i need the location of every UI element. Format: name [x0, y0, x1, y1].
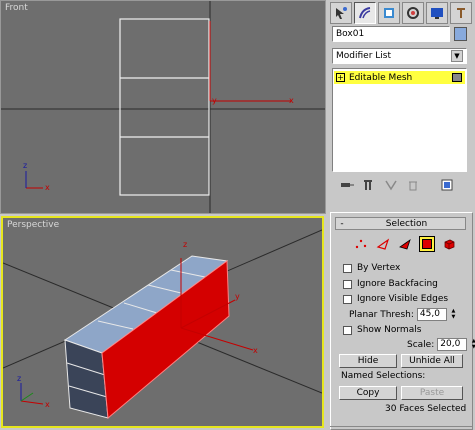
scale-label: Scale: — [407, 339, 435, 350]
front-axis-y-label: y — [212, 96, 217, 105]
stack-tools — [330, 176, 473, 194]
face-icon[interactable] — [397, 236, 413, 252]
stack-item-label: Editable Mesh — [349, 72, 413, 83]
scale-input[interactable]: 20,0 — [437, 338, 468, 351]
perspective-viewport-canvas — [3, 229, 322, 419]
polygon-icon[interactable] — [419, 236, 435, 252]
persp-axis-z-label: z — [183, 240, 188, 249]
motion-icon[interactable] — [402, 2, 424, 24]
element-icon[interactable] — [441, 236, 457, 252]
perspective-viewport-label[interactable]: Perspective — [7, 220, 59, 230]
box-front-outline — [119, 18, 210, 196]
copy-button[interactable]: Copy — [339, 386, 397, 400]
show-normals-checkbox[interactable]: Show Normals — [343, 325, 421, 335]
front-gizmo-x-label: x — [45, 183, 50, 192]
planar-thresh-input[interactable]: 45,0 — [416, 308, 447, 321]
ignore-visible-edges-box[interactable] — [343, 294, 352, 304]
selection-status: 30 Faces Selected — [385, 404, 467, 414]
modifier-list-dropdown[interactable]: Modifier List ▼ — [332, 48, 467, 64]
front-viewport[interactable]: Front x y z x — [0, 0, 326, 214]
planar-thresh-spinner: Planar Thresh: 45,0 ▲ ▼ — [349, 308, 457, 321]
selection-rollout-title: Selection — [385, 218, 428, 229]
next-rollout-edge — [330, 426, 473, 430]
front-gizmo-z-label: z — [23, 161, 28, 170]
edge-icon[interactable] — [375, 236, 391, 252]
expand-icon[interactable]: + — [336, 73, 345, 82]
by-vertex-label: By Vertex — [357, 263, 401, 273]
vertex-icon[interactable] — [353, 236, 369, 252]
object-color-swatch[interactable] — [454, 27, 467, 41]
show-end-result-icon[interactable] — [360, 177, 378, 193]
ignore-backfacing-box[interactable] — [343, 279, 352, 289]
spinner-arrows-icon[interactable]: ▲ ▼ — [450, 308, 457, 321]
persp-axis-y-label: y — [235, 292, 240, 301]
front-axis-x-label: x — [289, 96, 294, 105]
perspective-viewport[interactable]: Perspective x y z z x — [1, 216, 324, 428]
chevron-down-icon[interactable]: ▼ — [451, 50, 463, 62]
utilities-icon[interactable] — [450, 2, 472, 24]
scale-spinner: Scale: 20,0 ▲ ▼ — [407, 338, 475, 351]
persp-gizmo-x-label: x — [45, 400, 50, 409]
modifier-stack: + Editable Mesh — [332, 68, 467, 172]
collapse-icon: - — [340, 218, 344, 229]
paste-button[interactable]: Paste — [401, 386, 463, 400]
sublevel-buttons — [353, 236, 457, 252]
stack-item-editable-mesh[interactable]: + Editable Mesh — [334, 71, 465, 84]
show-normals-box[interactable] — [343, 325, 352, 335]
display-icon[interactable] — [426, 2, 448, 24]
configure-modifier-sets-icon[interactable] — [438, 177, 456, 193]
ignore-visible-edges-checkbox[interactable]: Ignore Visible Edges — [343, 294, 448, 304]
front-viewport-label[interactable]: Front — [5, 3, 28, 13]
modify-icon[interactable] — [354, 2, 376, 24]
max-ui: Front x y z x Perspective x y z z x Box0… — [0, 0, 475, 430]
ignore-backfacing-label: Ignore Backfacing — [357, 279, 438, 289]
named-selections-label: Named Selections: — [341, 371, 426, 381]
create-icon[interactable] — [330, 2, 352, 24]
persp-axis-x-label: x — [253, 346, 258, 355]
by-vertex-box[interactable] — [343, 263, 352, 273]
hide-button[interactable]: Hide — [339, 354, 397, 368]
make-unique-icon[interactable] — [382, 177, 400, 193]
modifier-list-label: Modifier List — [336, 51, 391, 61]
planar-thresh-label: Planar Thresh: — [349, 309, 414, 320]
show-normals-label: Show Normals — [357, 325, 422, 335]
pin-stack-icon[interactable] — [338, 177, 356, 193]
unhide-all-button[interactable]: Unhide All — [401, 354, 463, 368]
hierarchy-icon[interactable] — [378, 2, 400, 24]
by-vertex-checkbox[interactable]: By Vertex — [343, 263, 400, 273]
object-name-field[interactable]: Box01 — [332, 26, 450, 42]
selection-rollout: - Selection By Vertex Ignore Backfacing … — [330, 212, 475, 430]
remove-modifier-icon[interactable] — [404, 177, 422, 193]
persp-gizmo-z-label: z — [17, 374, 22, 383]
ignore-backfacing-checkbox[interactable]: Ignore Backfacing — [343, 279, 438, 289]
ignore-visible-edges-label: Ignore Visible Edges — [357, 294, 449, 304]
spinner-arrows-icon[interactable]: ▲ ▼ — [470, 338, 475, 351]
command-panel-tabs — [330, 2, 473, 24]
selection-rollout-header[interactable]: - Selection — [335, 217, 466, 230]
stack-item-toggle-icon[interactable] — [452, 73, 462, 82]
command-panel: Box01 Modifier List ▼ + Editable Mesh - … — [328, 0, 475, 430]
